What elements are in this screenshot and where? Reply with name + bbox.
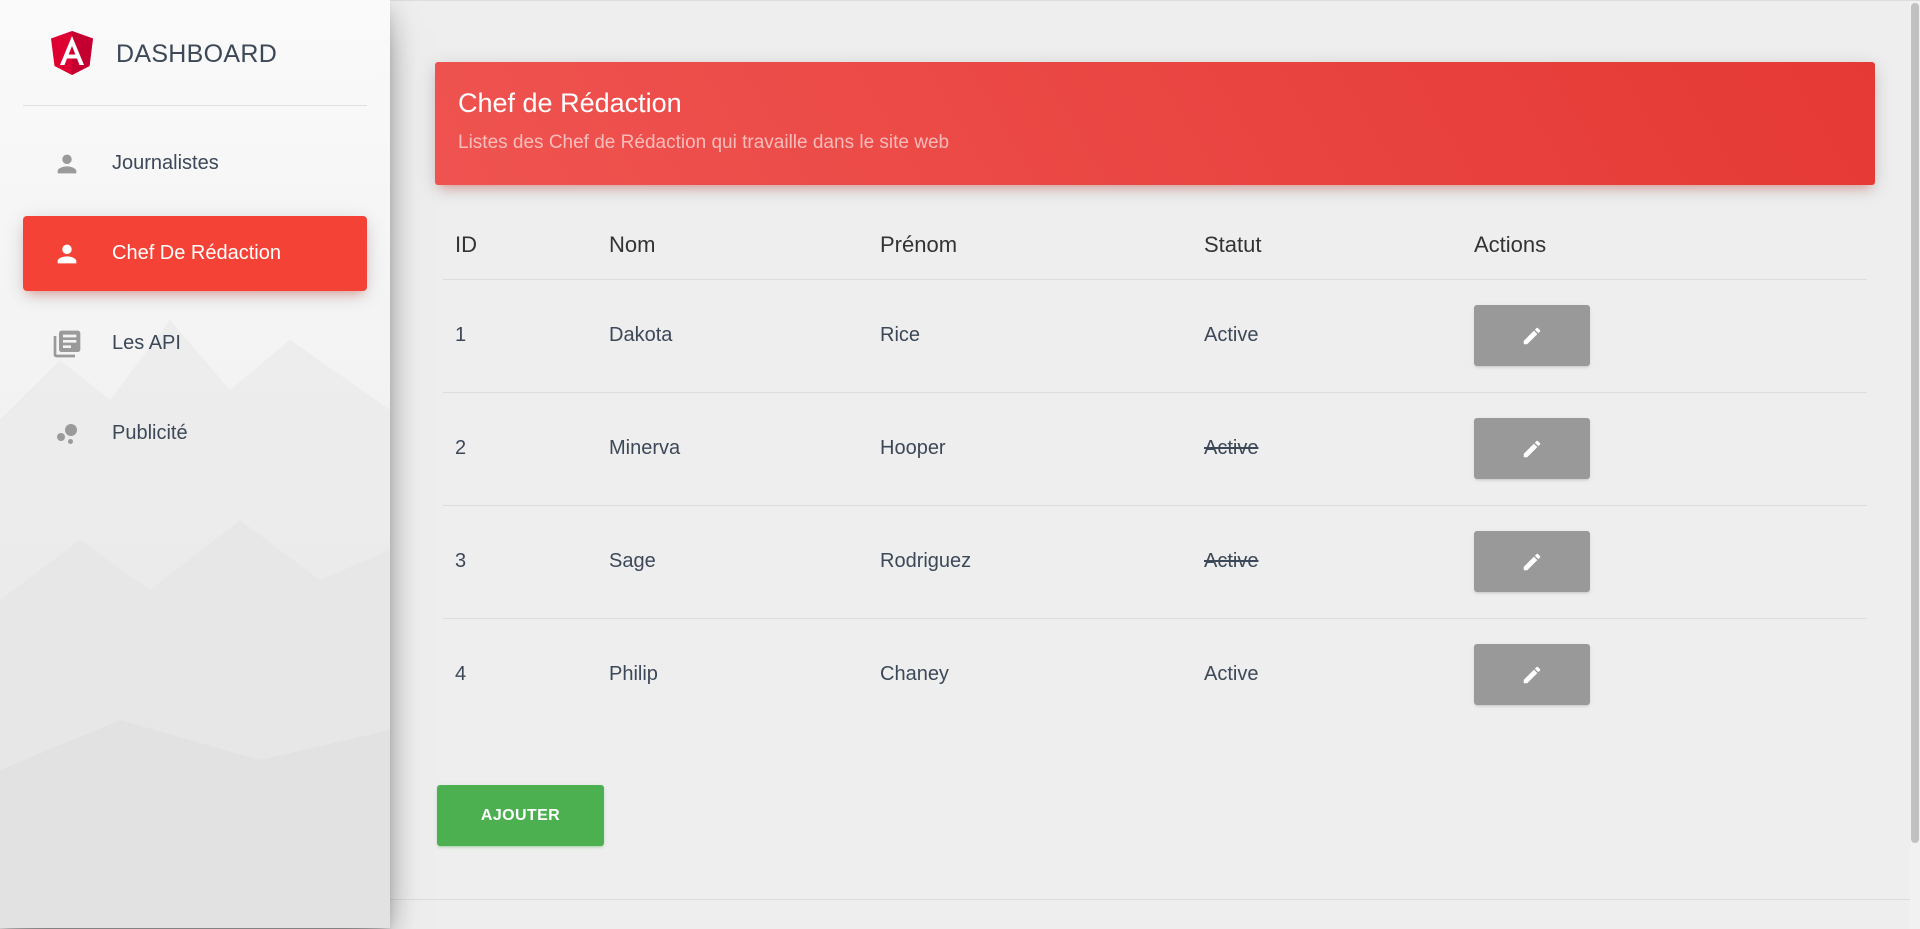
cell-prenom: Rice [874,279,1198,393]
card-header: Chef de Rédaction Listes des Chef de Réd… [435,62,1875,185]
scrollbar[interactable] [1910,1,1920,929]
edit-button[interactable] [1474,644,1590,706]
cell-nom: Sage [603,505,874,619]
cell-actions [1468,279,1867,393]
column-header-nom: Nom [603,211,874,280]
table-row: 1 Dakota Rice Active [443,279,1867,393]
cell-actions [1468,618,1867,731]
cell-prenom: Chaney [880,663,949,686]
edit-button[interactable] [1474,531,1590,592]
scrollbar-thumb[interactable] [1911,3,1919,843]
edit-button[interactable] [1474,418,1590,479]
brand-title: DASHBOARD [116,40,278,68]
table-header-row: ID Nom Prénom Statut Actions [443,211,1867,280]
column-header-id: ID [443,211,603,280]
sidebar-item-label: Publicité [112,422,188,444]
library-books-icon [51,328,83,360]
sidebar-item-les-api[interactable]: Les API [23,306,367,381]
pencil-icon [1523,553,1541,570]
sidebar: DASHBOARD Journalistes Chef De Rédaction… [0,0,390,928]
sidebar-item-publicite[interactable]: Publicité [23,396,367,471]
cell-nom: Minerva [603,392,874,506]
cell-statut: Active [1198,392,1468,506]
cell-id: 1 [443,279,603,393]
chef-table: ID Nom Prénom Statut Actions 1 Dakota Ri… [443,211,1867,731]
edit-button[interactable] [1474,305,1590,366]
angular-logo-icon [51,31,93,75]
cell-actions [1468,505,1867,619]
column-header-statut: Statut [1198,211,1468,280]
pencil-icon [1523,327,1541,344]
table-row: 3 Sage Rodriguez Active [443,505,1867,619]
table-row: 2 Minerva Hooper Active [443,392,1867,506]
cell-id: 4 [455,663,467,686]
cell-statut: Active [1204,663,1259,686]
cell-nom: Philip [609,663,658,686]
sidebar-nav: Journalistes Chef De Rédaction Les API P… [0,126,390,471]
cell-statut: Active [1198,505,1468,619]
add-button[interactable]: AJOUTER [437,785,604,846]
page-subtitle: Listes des Chef de Rédaction qui travail… [458,132,950,153]
sidebar-item-label: Les API [112,332,181,354]
table-row: 4 Philip Chaney Active [443,618,1867,731]
person-icon [51,148,83,180]
bubble-chart-icon [51,418,83,450]
main-content: Chef de Rédaction Listes des Chef de Réd… [390,0,1920,929]
cell-prenom: Rodriguez [874,505,1198,619]
cell-statut: Active [1198,279,1468,393]
column-header-actions: Actions [1468,211,1867,280]
sidebar-item-journalistes[interactable]: Journalistes [23,126,367,201]
column-header-prenom: Prénom [874,211,1198,280]
sidebar-item-label: Chef De Rédaction [112,242,281,264]
sidebar-item-label: Journalistes [112,152,219,174]
sidebar-brand[interactable]: DASHBOARD [23,0,367,106]
pencil-icon [1523,666,1541,683]
cell-nom: Dakota [603,279,874,393]
cell-prenom: Hooper [874,392,1198,506]
pencil-icon [1523,440,1541,457]
cell-id: 3 [443,505,603,619]
person-icon [51,238,83,270]
page-title: Chef de Rédaction [458,88,682,118]
cell-id: 2 [443,392,603,506]
cell-actions [1468,392,1867,506]
sidebar-item-chef-de-redaction[interactable]: Chef De Rédaction [23,216,367,291]
footer-divider [390,899,1920,900]
